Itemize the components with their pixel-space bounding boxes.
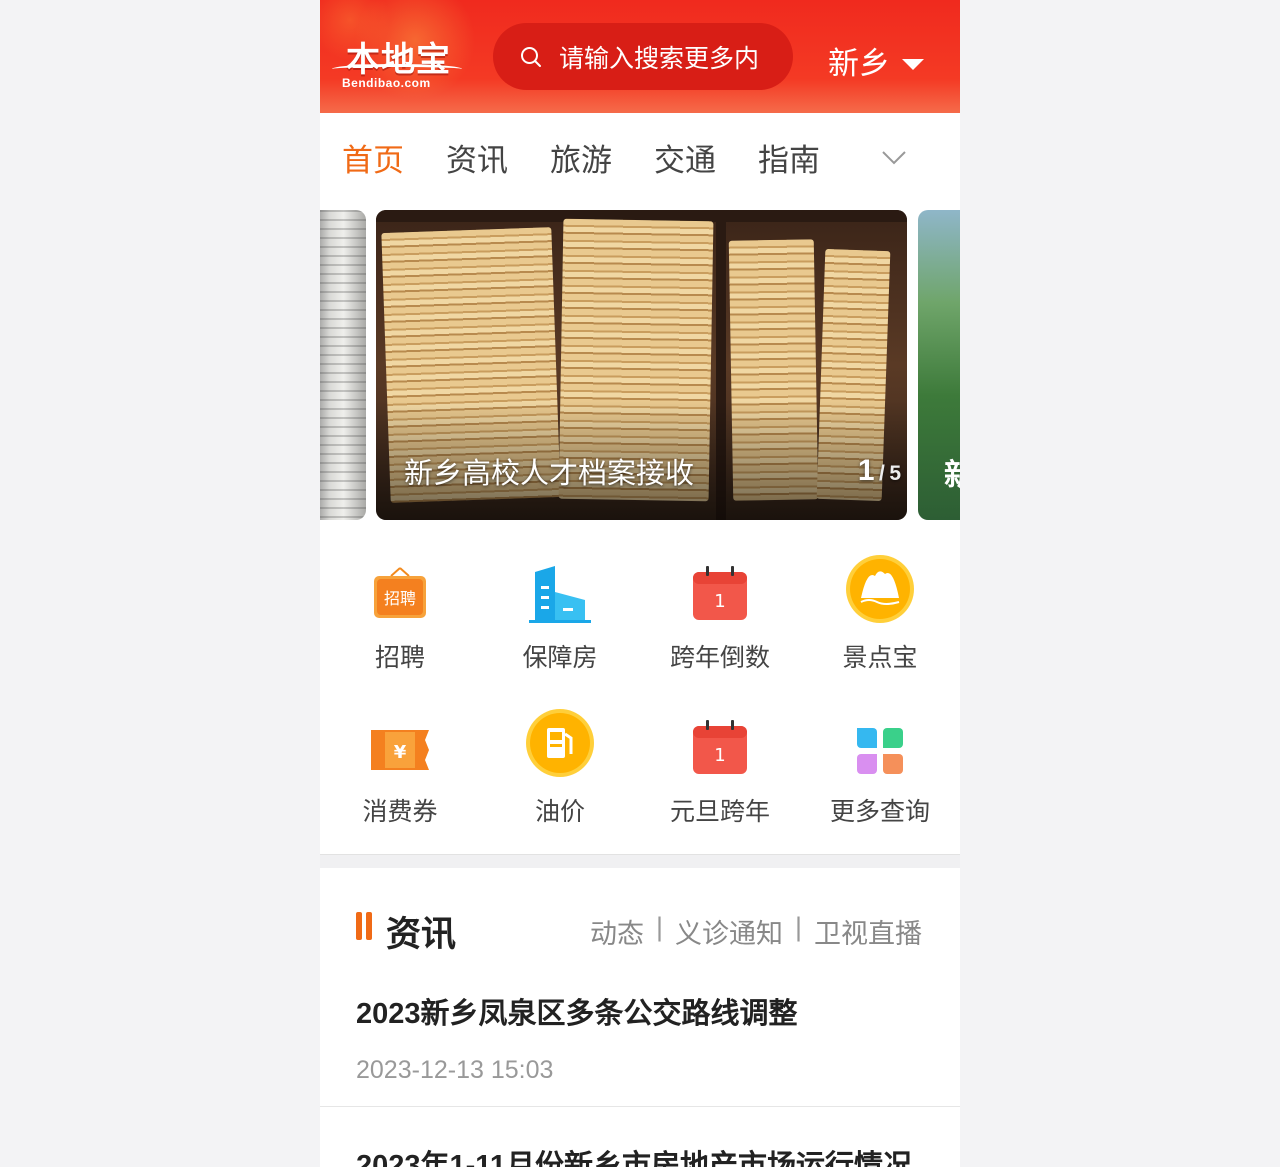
logo-swoosh bbox=[332, 64, 462, 74]
carousel-separator: / bbox=[879, 462, 885, 485]
article-time: 2023-12-13 15:03 bbox=[356, 1056, 554, 1084]
svg-text:1: 1 bbox=[714, 591, 725, 612]
carousel-current-slide[interactable]: 新乡高校人才档案接收 1 / 5 bbox=[376, 210, 907, 520]
scenic-icon bbox=[846, 555, 914, 623]
header: 本地宝 Bendibao.com 请输入搜索更多内 新乡 bbox=[320, 0, 960, 113]
carousel-caption: 新乡高校人才档案接收 bbox=[404, 458, 695, 490]
shortcut-coupon[interactable]: ¥ 消费券 bbox=[320, 684, 480, 834]
search-icon bbox=[521, 46, 541, 67]
svg-text:¥: ¥ bbox=[394, 742, 407, 763]
logo-subtext: Bendibao.com bbox=[342, 76, 431, 90]
tab-travel[interactable]: 旅游 bbox=[550, 135, 612, 180]
news-article[interactable]: 2023年1-11月份新乡市房地产市场运行情况 bbox=[356, 1142, 926, 1167]
shortcut-label: 景点宝 bbox=[842, 644, 918, 672]
fuel-icon bbox=[526, 709, 594, 777]
article-title: 2023年1-11月份新乡市房地产市场运行情况 bbox=[356, 1150, 912, 1167]
tab-transport[interactable]: 交通 bbox=[654, 135, 716, 180]
tab-guide[interactable]: 指南 bbox=[758, 135, 820, 180]
shortcut-label: 油价 bbox=[534, 798, 585, 826]
section-divider bbox=[320, 854, 960, 868]
coupon-icon: ¥ bbox=[371, 730, 429, 770]
building-icon bbox=[529, 566, 591, 623]
tab-home[interactable]: 首页 bbox=[342, 135, 404, 180]
svg-text:招聘: 招聘 bbox=[384, 589, 416, 608]
shortcut-newyear-countdown[interactable]: 1 跨年倒数 bbox=[640, 530, 800, 680]
link-separator: | bbox=[655, 912, 663, 942]
recruit-icon: 招聘 bbox=[374, 567, 426, 618]
shortcut-label: 跨年倒数 bbox=[669, 644, 770, 672]
news-link-dynamics[interactable]: 动态 bbox=[590, 912, 644, 951]
news-link-clinic[interactable]: 义诊通知 bbox=[675, 912, 783, 951]
shortcut-label: 消费券 bbox=[362, 798, 438, 826]
tab-news[interactable]: 资讯 bbox=[446, 135, 508, 180]
news-section: 资讯 动态 | 义诊通知 | 卫视直播 2023新乡凤泉区多条公交路线调整 20… bbox=[320, 868, 960, 1167]
section-marker bbox=[366, 912, 372, 940]
caret-down-icon bbox=[902, 59, 924, 70]
shortcut-housing[interactable]: 保障房 bbox=[480, 530, 640, 680]
article-divider bbox=[320, 1106, 960, 1107]
carousel-next-slide[interactable]: 新 bbox=[918, 210, 960, 520]
shortcut-newyear[interactable]: 1 元旦跨年 bbox=[640, 684, 800, 834]
svg-text:1: 1 bbox=[714, 745, 725, 766]
carousel-prev-slide[interactable] bbox=[320, 210, 366, 520]
news-sublinks: 动态 | 义诊通知 | 卫视直播 bbox=[590, 912, 922, 951]
shortcut-label: 招聘 bbox=[374, 644, 425, 672]
link-separator: | bbox=[794, 912, 802, 942]
carousel-total: 5 bbox=[889, 462, 901, 485]
next-slide-caption: 新 bbox=[944, 459, 960, 492]
shortcut-more[interactable]: 更多查询 bbox=[800, 684, 960, 834]
search-placeholder: 请输入搜索更多内 bbox=[559, 44, 760, 73]
news-article[interactable]: 2023新乡凤泉区多条公交路线调整 2023-12-13 15:03 bbox=[356, 990, 926, 1085]
city-label: 新乡 bbox=[828, 46, 890, 81]
shortcut-fuel-price[interactable]: 油价 bbox=[480, 684, 640, 834]
mobile-page: 本地宝 Bendibao.com 请输入搜索更多内 新乡 首页 资讯 旅游 交通… bbox=[320, 0, 960, 1167]
news-section-title: 资讯 bbox=[386, 915, 457, 954]
shortcut-label: 元旦跨年 bbox=[669, 798, 770, 826]
article-title: 2023新乡凤泉区多条公交路线调整 bbox=[356, 998, 798, 1030]
shortcut-recruit[interactable]: 招聘 招聘 bbox=[320, 530, 480, 680]
nav-tabs: 首页 资讯 旅游 交通 指南 bbox=[320, 113, 960, 203]
calendar-icon: 1 bbox=[693, 720, 747, 774]
logo[interactable]: 本地宝 Bendibao.com bbox=[332, 28, 482, 98]
search-input[interactable]: 请输入搜索更多内 bbox=[493, 23, 793, 90]
news-link-live[interactable]: 卫视直播 bbox=[814, 912, 922, 951]
carousel-current: 1 bbox=[857, 454, 875, 487]
calendar-icon: 1 bbox=[693, 566, 747, 620]
shortcut-scenic[interactable]: 景点宝 bbox=[800, 530, 960, 680]
shortcut-grid: 招聘 招聘 保障房 1 跨年倒数 景点宝 ¥ 消费券 油价 1 元旦跨年 更多查… bbox=[320, 530, 960, 854]
chevron-down-icon[interactable] bbox=[880, 143, 908, 171]
banner-carousel[interactable]: 新乡高校人才档案接收 1 / 5 新 bbox=[320, 203, 960, 530]
more-grid-icon bbox=[857, 728, 903, 774]
carousel-indicator: 1 / 5 bbox=[858, 454, 901, 488]
section-marker bbox=[356, 912, 362, 940]
shortcut-label: 保障房 bbox=[522, 644, 598, 672]
shortcut-label: 更多查询 bbox=[829, 798, 930, 826]
city-selector[interactable]: 新乡 bbox=[828, 38, 924, 83]
